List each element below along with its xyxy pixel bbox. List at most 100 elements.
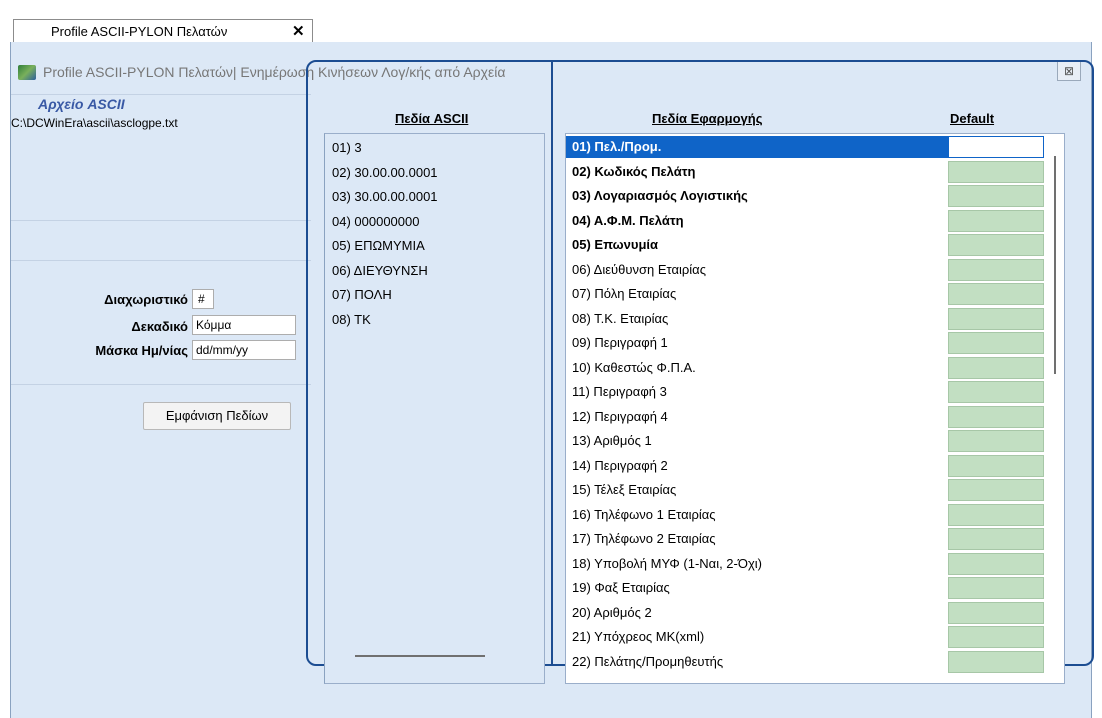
- app-fields-list[interactable]: 01) Πελ./Προμ. 02) Κωδικός Πελάτη 03) Λογα…: [565, 133, 1065, 684]
- app-field-label: 17) Τηλέφωνο 2 Εταιρίας: [572, 531, 716, 546]
- app-field-label: 02) Κωδικός Πελάτη: [572, 163, 696, 179]
- app-field-row[interactable]: 22) Πελάτης/Προμηθευτής: [566, 651, 946, 673]
- app-field-row[interactable]: 01) Πελ./Προμ.: [566, 136, 948, 158]
- document-tab-strip: Profile ASCII-PYLON Πελατών ✕: [0, 0, 1102, 42]
- column-divider: [551, 60, 553, 666]
- app-field-row[interactable]: 11) Περιγραφή 3: [566, 381, 946, 403]
- tab-close-icon[interactable]: ✕: [292, 22, 305, 40]
- date-mask-field[interactable]: dd/mm/yy: [192, 340, 296, 360]
- default-value-cell[interactable]: [948, 528, 1044, 550]
- app-field-label: 07) Πόλη Εταιρίας: [572, 286, 677, 301]
- decimal-label: Δεκαδικό: [131, 319, 188, 334]
- app-field-row[interactable]: 04) Α.Φ.Μ. Πελάτη: [566, 210, 946, 232]
- app-field-row[interactable]: 14) Περιγραφή 2: [566, 455, 946, 477]
- ascii-field-item[interactable]: 06) ΔΙΕΥΘΥΝΣΗ: [332, 263, 428, 278]
- default-value-cell[interactable]: [948, 160, 1044, 183]
- app-field-label: 06) Διεύθυνση Εταιρίας: [572, 261, 706, 277]
- app-field-label: 21) Υπόχρεος ΜΚ(xml): [572, 629, 705, 644]
- default-value-cell[interactable]: [948, 283, 1044, 305]
- app-field-label: 04) Α.Φ.Μ. Πελάτη: [572, 212, 684, 228]
- default-header: Default: [950, 111, 995, 126]
- app-field-row[interactable]: 07) Πόλη Εταιρίας: [566, 283, 946, 305]
- settings-panel: Αρχείο ASCII C:\DCWinEra\ascii\asclogpe.…: [11, 90, 311, 718]
- ascii-field-item[interactable]: 04) 000000000: [332, 214, 419, 229]
- app-field-row[interactable]: 03) Λογαριασμός Λογιστικής: [566, 185, 946, 207]
- app-field-label: 08) Τ.Κ. Εταιρίας: [572, 310, 669, 326]
- ascii-fields-list[interactable]: 01) 3 02) 30.00.00.0001 03) 30.00.00.0001 0…: [324, 133, 545, 684]
- default-value-cell[interactable]: [948, 601, 1044, 624]
- default-value-cell[interactable]: [948, 430, 1044, 452]
- default-value-cell[interactable]: [948, 503, 1044, 526]
- default-value-cell[interactable]: [948, 136, 1044, 158]
- default-value-cell[interactable]: [948, 258, 1044, 281]
- ascii-field-item[interactable]: 03) 30.00.00.0001: [332, 189, 438, 204]
- app-field-label: 20) Αριθμός 2: [572, 604, 652, 620]
- app-field-row[interactable]: 16) Τηλέφωνο 1 Εταιρίας: [566, 504, 946, 526]
- app-field-label: 10) Καθεστώς Φ.Π.Α.: [572, 359, 696, 375]
- app-field-label: 05) Επωνυμία: [572, 237, 658, 252]
- app-field-label: 01) Πελ./Προμ.: [572, 139, 662, 154]
- app-field-row[interactable]: 21) Υπόχρεος ΜΚ(xml): [566, 626, 946, 648]
- app-field-row[interactable]: 08) Τ.Κ. Εταιρίας: [566, 308, 946, 330]
- app-field-label: 15) Τέλεξ Εταιρίας: [572, 482, 677, 497]
- default-value-cell[interactable]: [948, 381, 1044, 403]
- vertical-scrollbar[interactable]: [1054, 156, 1056, 374]
- app-field-row[interactable]: 12) Περιγραφή 4: [566, 406, 946, 428]
- ascii-file-path[interactable]: C:\DCWinEra\ascii\asclogpe.txt: [11, 116, 178, 130]
- decimal-field[interactable]: Κόμμα: [192, 315, 296, 335]
- ascii-field-item[interactable]: 07) ΠΟΛΗ: [332, 287, 392, 302]
- app-field-row[interactable]: 05) Επωνυμία: [566, 234, 946, 256]
- app-field-row[interactable]: 02) Κωδικός Πελάτη: [566, 161, 946, 183]
- app-field-row[interactable]: 10) Καθεστώς Φ.Π.Α.: [566, 357, 946, 379]
- default-value-cell[interactable]: [948, 209, 1044, 232]
- default-value-cell[interactable]: [948, 405, 1044, 428]
- app-field-label: 13) Αριθμός 1: [572, 433, 652, 448]
- app-fields-header: Πεδία Εφαρμογής: [652, 111, 763, 126]
- date-mask-label: Μάσκα Ημ/νίας: [95, 343, 188, 358]
- app-field-row[interactable]: 06) Διεύθυνση Εταιρίας: [566, 259, 946, 281]
- app-field-row[interactable]: 09) Περιγραφή 1: [566, 332, 946, 354]
- default-value-cell[interactable]: [948, 650, 1044, 673]
- divider: [11, 220, 311, 221]
- app-field-label: 22) Πελάτης/Προμηθευτής: [572, 653, 724, 669]
- horizontal-scrollbar[interactable]: [355, 655, 485, 657]
- app-field-row[interactable]: 20) Αριθμός 2: [566, 602, 946, 624]
- ascii-field-item[interactable]: 01) 3: [332, 140, 362, 155]
- separator-label: Διαχωριστικό: [104, 292, 188, 307]
- divider: [11, 384, 311, 385]
- app-field-row[interactable]: 18) Υποβολή ΜΥΦ (1-Ναι, 2-Όχι): [566, 553, 946, 575]
- default-value-cell[interactable]: [948, 454, 1044, 477]
- tab-profile[interactable]: Profile ASCII-PYLON Πελατών ✕: [13, 19, 313, 42]
- app-logo-icon: [18, 65, 36, 80]
- app-field-label: 19) Φαξ Εταιρίας: [572, 580, 670, 595]
- default-value-cell[interactable]: [948, 552, 1044, 575]
- show-fields-button[interactable]: Εμφάνιση Πεδίων: [143, 402, 291, 430]
- ascii-field-item[interactable]: 02) 30.00.00.0001: [332, 165, 438, 180]
- default-value-cell[interactable]: [948, 577, 1044, 599]
- ascii-field-item[interactable]: 05) ΕΠΩΜΥΜΙΑ: [332, 238, 425, 253]
- divider: [11, 260, 311, 261]
- app-field-label: 12) Περιγραφή 4: [572, 408, 668, 424]
- app-field-label: 14) Περιγραφή 2: [572, 457, 668, 473]
- divider: [11, 94, 311, 95]
- app-field-row[interactable]: 19) Φαξ Εταιρίας: [566, 577, 946, 599]
- default-value-cell[interactable]: [948, 234, 1044, 256]
- ascii-field-item[interactable]: 08) ΤΚ: [332, 312, 371, 327]
- default-value-cell[interactable]: [948, 626, 1044, 648]
- separator-field[interactable]: #: [192, 289, 214, 309]
- ascii-file-title: Αρχείο ASCII: [38, 96, 125, 112]
- app-field-row[interactable]: 17) Τηλέφωνο 2 Εταιρίας: [566, 528, 946, 550]
- app-field-row[interactable]: 13) Αριθμός 1: [566, 430, 946, 452]
- default-value-cell[interactable]: [948, 479, 1044, 501]
- app-field-label: 03) Λογαριασμός Λογιστικής: [572, 188, 748, 203]
- default-value-cell[interactable]: [948, 307, 1044, 330]
- ascii-fields-header: Πεδία ASCII: [395, 111, 469, 126]
- default-value-cell[interactable]: [948, 185, 1044, 207]
- app-field-row[interactable]: 15) Τέλεξ Εταιρίας: [566, 479, 946, 501]
- app-field-label: 18) Υποβολή ΜΥΦ (1-Ναι, 2-Όχι): [572, 555, 762, 571]
- default-value-cell[interactable]: [948, 356, 1044, 379]
- default-value-cell[interactable]: [948, 332, 1044, 354]
- app-field-label: 09) Περιγραφή 1: [572, 335, 668, 350]
- app-field-label: 11) Περιγραφή 3: [572, 384, 667, 399]
- tab-label: Profile ASCII-PYLON Πελατών: [51, 24, 228, 39]
